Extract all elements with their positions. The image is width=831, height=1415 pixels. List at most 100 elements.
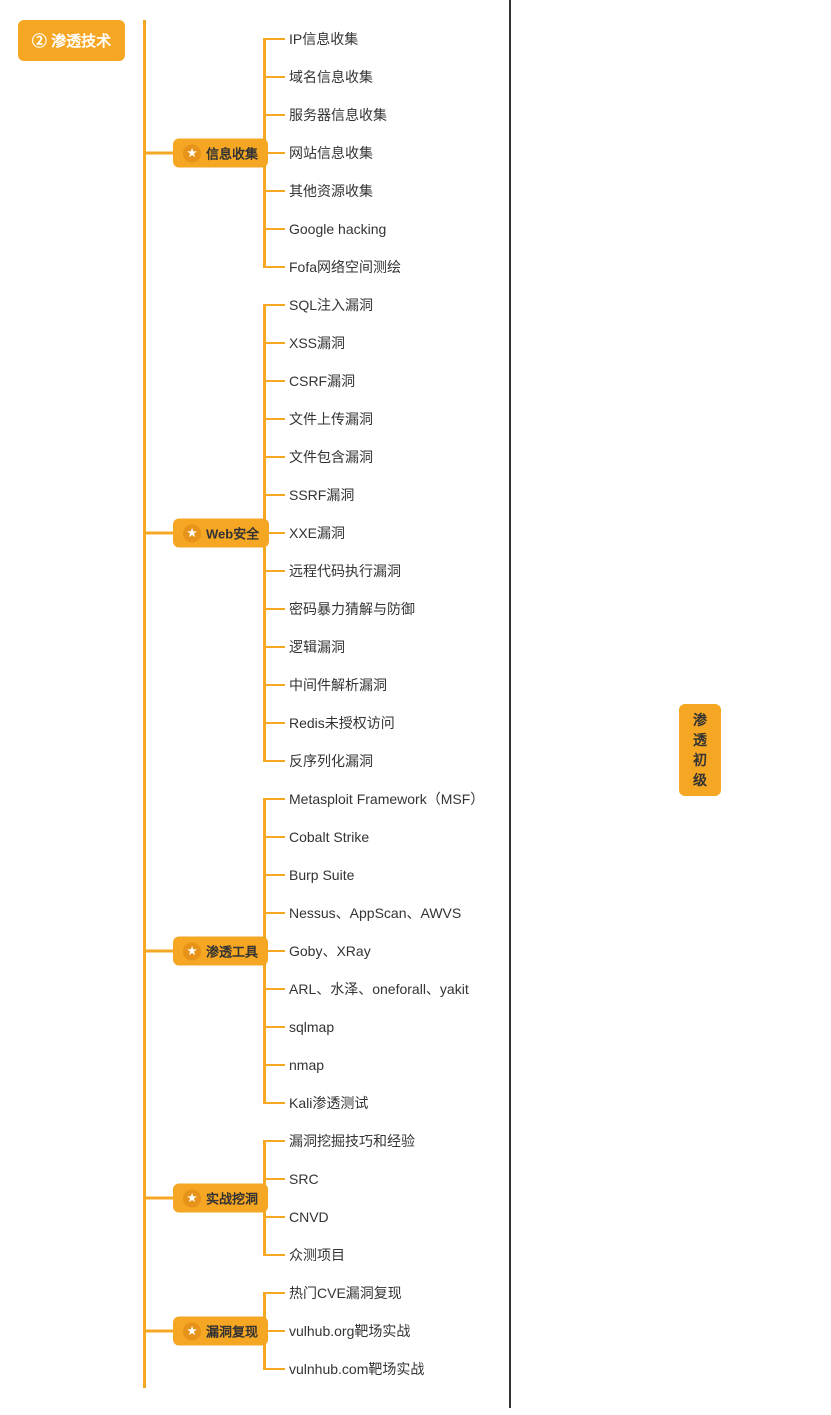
leaf-text: Cobalt Strike (289, 829, 369, 845)
leaf-text: XSS漏洞 (289, 333, 345, 353)
leaf-h-line (263, 418, 285, 420)
star-icon: ★ (183, 144, 201, 162)
leaf-h-line (263, 1368, 285, 1370)
list-item: 远程代码执行漏洞 (263, 552, 831, 590)
leaf-h-line (263, 988, 285, 990)
leaf-text: XXE漏洞 (289, 523, 345, 543)
leaf-text: Kali渗透测试 (289, 1093, 368, 1113)
leaf-h-line (263, 1064, 285, 1066)
leaf-h-line (263, 1216, 285, 1218)
leaf-text: 文件包含漏洞 (289, 447, 373, 467)
list-item: Nessus、AppScan、AWVS (263, 894, 831, 932)
cat-label-web-security: Web安全 (206, 524, 259, 543)
category-pentest-tools: ★渗透工具Metasploit Framework（MSF）Cobalt Str… (143, 780, 831, 1122)
list-item: 其他资源收集 (263, 172, 831, 210)
list-item: Metasploit Framework（MSF） (263, 780, 831, 818)
category-vuln-mining: ★实战挖洞漏洞挖掘技巧和经验SRCCNVD众测项目 (143, 1122, 831, 1274)
leaf-h-line (263, 342, 285, 344)
list-item: Goby、XRay (263, 932, 831, 970)
list-item: 文件上传漏洞 (263, 400, 831, 438)
list-item: 域名信息收集 (263, 58, 831, 96)
leaf-text: CSRF漏洞 (289, 371, 355, 391)
leaf-text: 反序列化漏洞 (289, 751, 373, 771)
list-item: Fofa网络空间测绘 (263, 248, 831, 286)
list-item: SQL注入漏洞 (263, 286, 831, 324)
cat-node-web-security: ★ Web安全 (173, 519, 269, 548)
list-item: XXE漏洞 (263, 514, 831, 552)
list-item: SSRF漏洞 (263, 476, 831, 514)
list-item: vulhub.org靶场实战 (263, 1312, 831, 1350)
list-item: nmap (263, 1046, 831, 1084)
list-item: 密码暴力猜解与防御 (263, 590, 831, 628)
leaf-text: nmap (289, 1057, 324, 1073)
leaf-text: 服务器信息收集 (289, 105, 387, 125)
leaf-text: Redis未授权访问 (289, 713, 395, 733)
leaf-text: vulhub.org靶场实战 (289, 1321, 410, 1341)
cat-node-vuln-reproduce: ★ 漏洞复现 (173, 1317, 268, 1346)
list-item: Kali渗透测试 (263, 1084, 831, 1122)
list-item: 网站信息收集 (263, 134, 831, 172)
leaf-h-line (263, 380, 285, 382)
cat-label-vuln-reproduce: 漏洞复现 (206, 1322, 258, 1341)
list-item: Cobalt Strike (263, 818, 831, 856)
list-item: sqlmap (263, 1008, 831, 1046)
list-item: ARL、水泽、oneforall、yakit (263, 970, 831, 1008)
list-item: 逻辑漏洞 (263, 628, 831, 666)
category-vuln-reproduce: ★ 漏洞复现 热门CVE漏洞复现 vulhub.org靶场实战 vulnhub.com靶… (143, 1274, 831, 1388)
leaf-text: IP信息收集 (289, 29, 358, 49)
cat-node-vuln-mining: ★ 实战挖洞 (173, 1184, 268, 1213)
leaf-text: 密码暴力猜解与防御 (289, 599, 415, 619)
leaf-text: ARL、水泽、oneforall、yakit (289, 979, 469, 999)
leaf-h-line (263, 836, 285, 838)
leaf-h-line (263, 38, 285, 40)
leaf-h-line (263, 114, 285, 116)
leaf-text: Google hacking (289, 221, 386, 237)
list-item: Redis未授权访问 (263, 704, 831, 742)
list-item: XSS漏洞 (263, 324, 831, 362)
leaf-h-line (263, 874, 285, 876)
leaf-h-line (263, 1026, 285, 1028)
leaf-text: 漏洞挖掘技巧和经验 (289, 1131, 415, 1151)
star-icon: ★ (183, 524, 201, 542)
leaf-text: Burp Suite (289, 867, 354, 883)
leaf-text: vulnhub.com靶场实战 (289, 1359, 424, 1379)
list-item: CSRF漏洞 (263, 362, 831, 400)
leaf-h-line (263, 76, 285, 78)
leaf-h-line (263, 646, 285, 648)
leaf-text: 其他资源收集 (289, 181, 373, 201)
leaf-h-line (263, 798, 285, 800)
leaf-text: Metasploit Framework（MSF） (289, 789, 484, 809)
leaf-h-line (263, 570, 285, 572)
cat-label-vuln-mining: 实战挖洞 (206, 1189, 258, 1208)
list-item: 热门CVE漏洞复现 (263, 1274, 831, 1312)
list-item: 众测项目 (263, 1236, 831, 1274)
leaf-text: sqlmap (289, 1019, 334, 1035)
leaf-h-line (263, 1254, 285, 1256)
list-item: 反序列化漏洞 (263, 742, 831, 780)
leaf-h-line (263, 684, 285, 686)
leaf-h-line (263, 1292, 285, 1294)
cat-node-info-collection: ★ 信息收集 (173, 139, 268, 168)
list-item: 中间件解析漏洞 (263, 666, 831, 704)
leaf-text: 网站信息收集 (289, 143, 373, 163)
leaf-h-line (263, 190, 285, 192)
list-item: 文件包含漏洞 (263, 438, 831, 476)
star-icon: ★ (183, 1322, 201, 1340)
leaf-text: 域名信息收集 (289, 67, 373, 87)
leaf-text: SSRF漏洞 (289, 485, 354, 505)
leaf-h-line (263, 912, 285, 914)
cat-label-pentest-tools: 渗透工具 (206, 942, 258, 961)
list-item: SRC (263, 1160, 831, 1198)
leaf-h-line (263, 722, 285, 724)
leaf-h-line (263, 1102, 285, 1104)
leaf-text: Goby、XRay (289, 941, 371, 961)
leaf-h-line (263, 304, 285, 306)
star-icon: ★ (183, 1189, 201, 1207)
leaf-text: SRC (289, 1171, 319, 1187)
leaf-h-line (263, 608, 285, 610)
leaf-text: 热门CVE漏洞复现 (289, 1283, 402, 1303)
right-label: 渗透初级 (679, 704, 721, 796)
cat-label-info-collection: 信息收集 (206, 144, 258, 163)
list-item: Burp Suite (263, 856, 831, 894)
leaf-text: 远程代码执行漏洞 (289, 561, 401, 581)
